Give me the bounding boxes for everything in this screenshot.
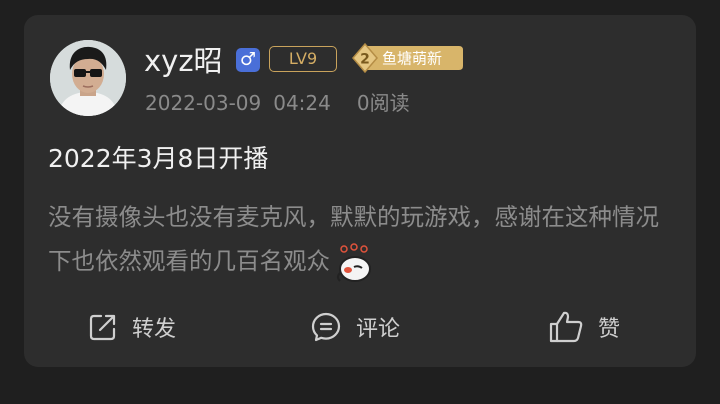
post-meta: 2022-03-09 04:24 0阅读 — [145, 89, 422, 117]
rank-badge: 2 鱼塘萌新 — [351, 42, 465, 74]
male-gender-icon: ♂ — [236, 48, 260, 72]
rank-number: 2 — [360, 52, 370, 68]
username[interactable]: xyz昭 — [144, 43, 223, 79]
comment-button[interactable]: 评论 — [310, 305, 400, 349]
post-date: 2022-03-09 — [145, 91, 262, 115]
comment-icon — [311, 312, 341, 342]
level-badge: LV9 — [269, 46, 337, 72]
read-count: 0阅读 — [356, 91, 410, 115]
post-body: 没有摄像头也没有麦克风，默默的玩游戏，感谢在这种情况下也依然观看的几百名观众 — [48, 195, 672, 283]
post-time: 04:24 — [273, 91, 331, 115]
post-card: xyz昭 ♂ LV9 2 鱼塘萌新 2022-03-09 04:24 0阅读 202… — [24, 15, 696, 367]
comment-label: 评论 — [356, 317, 401, 342]
user-avatar[interactable] — [50, 40, 126, 116]
share-icon — [89, 314, 116, 341]
share-button[interactable]: 转发 — [88, 305, 176, 349]
post-title: 2022年3月8日开播 — [48, 144, 269, 173]
blushing-sticker-icon — [334, 242, 376, 283]
action-bar: 转发 评论 赞 — [24, 305, 696, 349]
rank-label: 鱼塘萌新 — [382, 50, 442, 68]
thumbs-up-icon — [549, 311, 583, 343]
like-label: 赞 — [598, 317, 621, 342]
share-label: 转发 — [132, 317, 177, 342]
like-button[interactable]: 赞 — [548, 305, 620, 349]
